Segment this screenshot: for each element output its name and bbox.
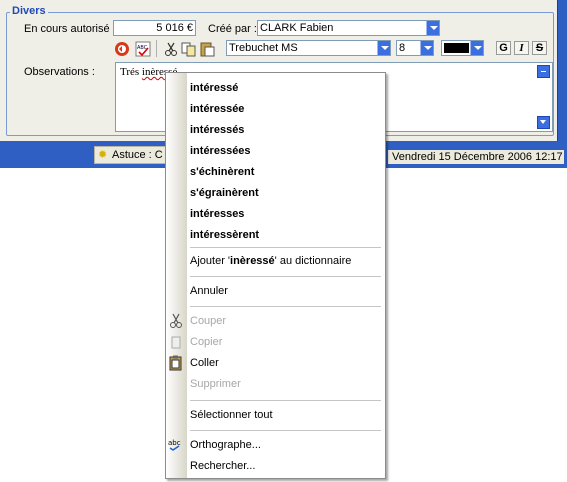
- chevron-down-icon[interactable]: [377, 41, 390, 55]
- suggestion-item[interactable]: intéressées: [190, 143, 251, 159]
- search-item[interactable]: Rechercher...: [190, 458, 255, 474]
- add-to-dictionary-item[interactable]: Ajouter 'inèressé' au dictionnaire: [190, 253, 351, 269]
- spellcheck-icon[interactable]: ABC: [135, 41, 151, 57]
- status-date: Vendredi 15 Décembre 2006 12:17: [388, 150, 564, 164]
- cree-par-value: CLARK Fabien: [260, 22, 334, 34]
- context-menu: intéressé intéressée intéressés intéress…: [165, 72, 386, 479]
- lightbulb-icon: ✹: [98, 149, 108, 161]
- tip-label: Astuce : C: [112, 149, 163, 161]
- observations-word-1: Trés: [120, 66, 140, 78]
- copy-icon: [171, 336, 181, 349]
- suggestion-item[interactable]: intéresses: [190, 206, 244, 222]
- cut-icon[interactable]: [163, 41, 179, 57]
- font-name-select[interactable]: Trebuchet MS: [226, 40, 391, 56]
- select-all-item[interactable]: Sélectionner tout: [190, 407, 273, 423]
- font-name-value: Trebuchet MS: [229, 42, 298, 54]
- bold-button[interactable]: G: [496, 41, 511, 55]
- suggestion-item[interactable]: intéressèrent: [190, 227, 259, 243]
- cree-par-select[interactable]: CLARK Fabien: [257, 20, 440, 36]
- chevron-down-icon[interactable]: [426, 21, 439, 35]
- strikethrough-button[interactable]: S: [532, 41, 547, 55]
- undo-icon[interactable]: [114, 41, 130, 57]
- scroll-down-button[interactable]: [537, 116, 550, 129]
- encours-label: En cours autorisé :: [24, 23, 116, 35]
- spelling-item[interactable]: Orthographe...: [190, 437, 261, 453]
- copy-icon[interactable]: [181, 41, 197, 57]
- toolbar-separator: [156, 40, 157, 57]
- suggestion-item[interactable]: s'égrainèrent: [190, 185, 259, 201]
- delete-item[interactable]: Supprimer: [190, 376, 241, 392]
- scissors-icon: [170, 313, 182, 328]
- chevron-down-icon[interactable]: [420, 41, 433, 55]
- paste-icon[interactable]: [199, 41, 215, 57]
- suggestion-item[interactable]: intéressé: [190, 80, 238, 96]
- add-suffix: ' au dictionnaire: [274, 255, 352, 267]
- menu-icon-strip: [166, 73, 187, 478]
- copy-item[interactable]: Copier: [190, 334, 222, 350]
- menu-separator: [190, 276, 381, 277]
- italic-button[interactable]: I: [514, 41, 529, 55]
- section-title: Divers: [10, 5, 48, 17]
- cut-item[interactable]: Couper: [190, 313, 226, 329]
- font-size-value: 8: [399, 42, 406, 54]
- tip-panel[interactable]: ✹ Astuce : C: [94, 146, 166, 164]
- undo-item[interactable]: Annuler: [190, 283, 228, 299]
- cree-par-label: Créé par :: [208, 23, 257, 35]
- font-color-select[interactable]: [441, 40, 484, 56]
- chevron-down-icon[interactable]: [470, 41, 483, 55]
- menu-separator: [190, 430, 381, 431]
- scroll-up-button[interactable]: [537, 65, 550, 78]
- font-size-select[interactable]: 8: [396, 40, 434, 56]
- menu-separator: [190, 247, 381, 248]
- add-word: inèressé: [230, 255, 275, 267]
- add-prefix: Ajouter ': [190, 255, 231, 267]
- clipboard-icon: [169, 355, 182, 371]
- menu-separator: [190, 400, 381, 401]
- suggestion-item[interactable]: intéressés: [190, 122, 244, 138]
- paste-item[interactable]: Coller: [190, 355, 219, 371]
- observations-label: Observations :: [24, 66, 95, 78]
- encours-field[interactable]: 5 016 €: [113, 20, 196, 36]
- suggestion-item[interactable]: intéressée: [190, 101, 244, 117]
- suggestion-item[interactable]: s'échinèrent: [190, 164, 254, 180]
- menu-separator: [190, 306, 381, 307]
- spelling-icon: abc: [168, 439, 181, 451]
- color-swatch: [444, 43, 469, 53]
